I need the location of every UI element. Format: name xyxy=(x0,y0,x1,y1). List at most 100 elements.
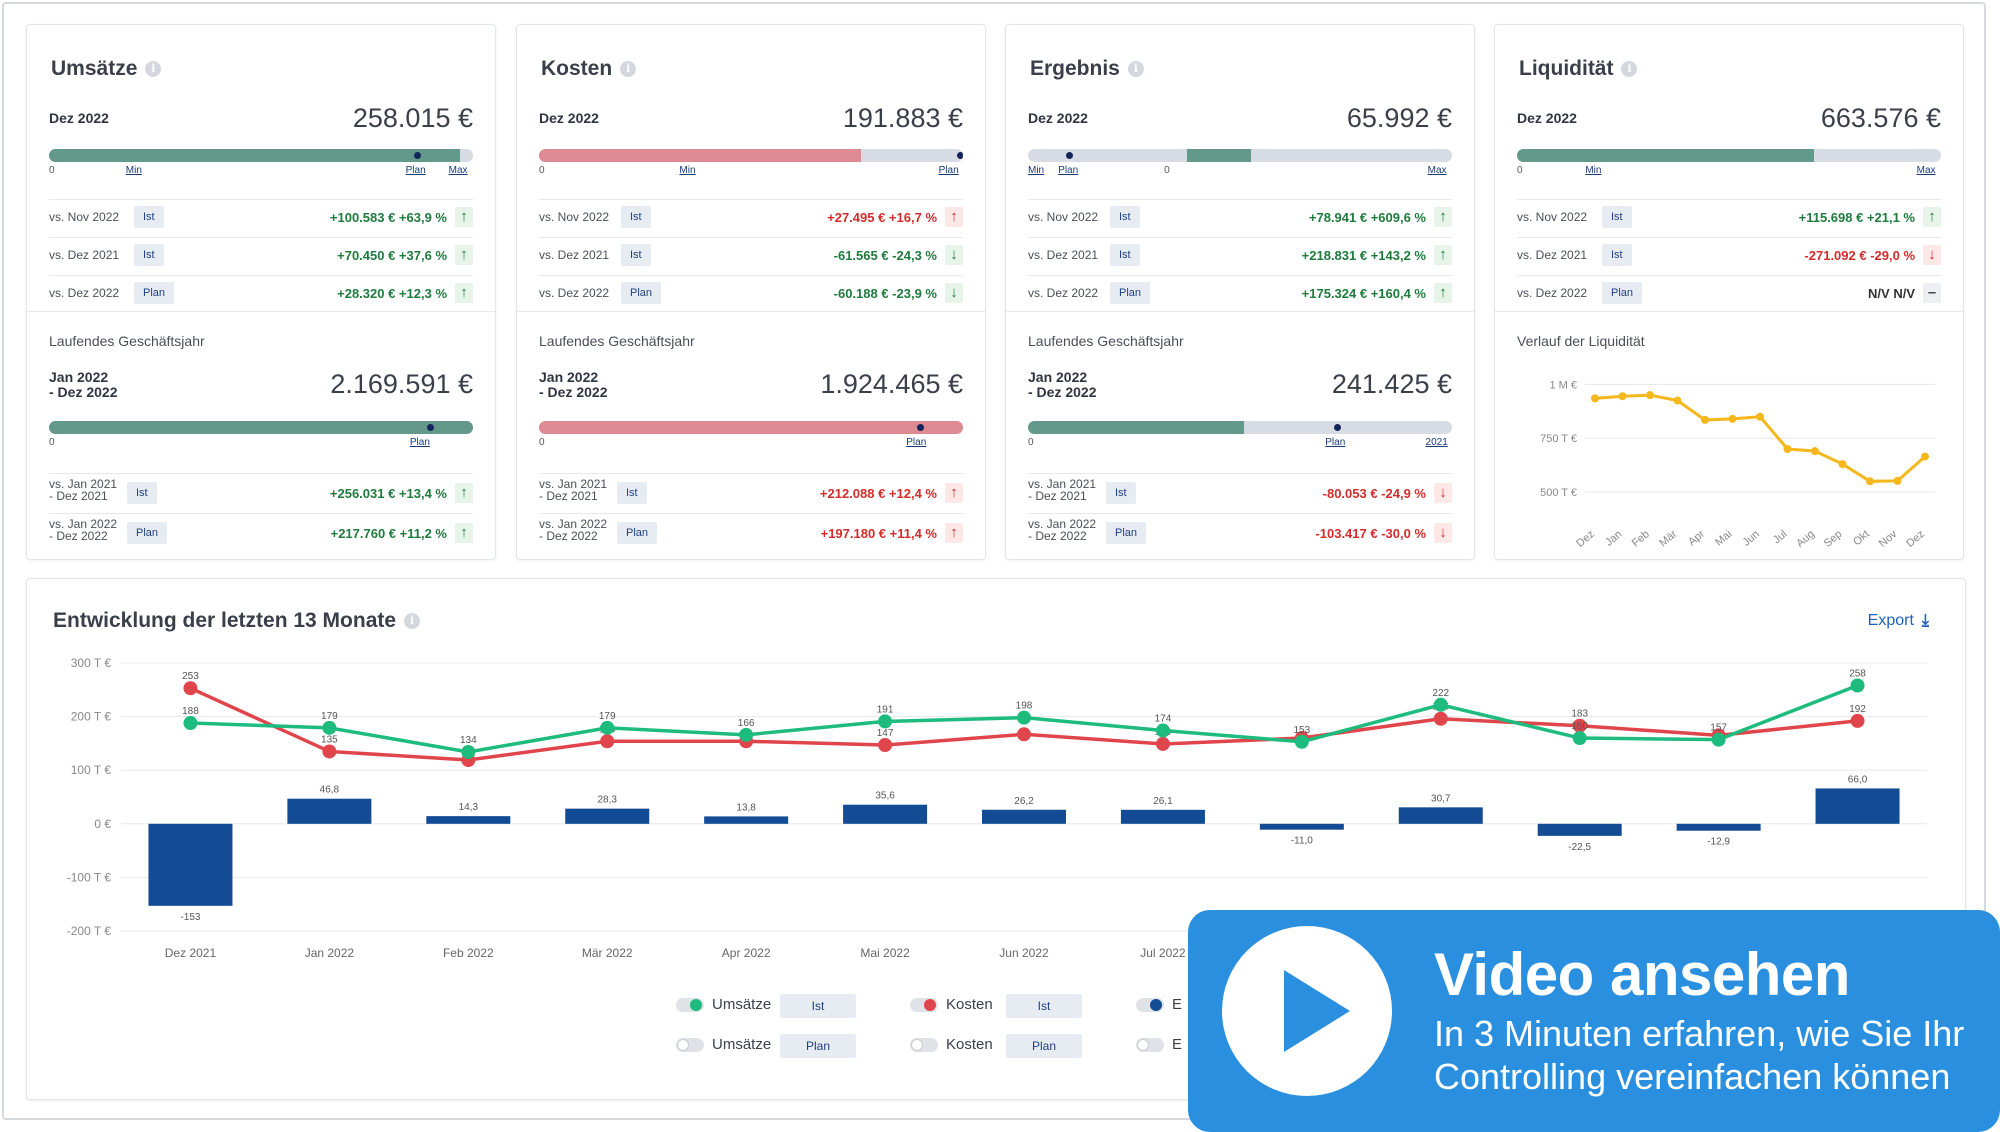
comparison-label-line2: - Dez 2021 xyxy=(49,489,108,503)
year-comparison-label: vs. Jan 2021- Dez 2021 xyxy=(539,478,607,502)
revenue-point[interactable] xyxy=(1572,731,1587,746)
result-bar xyxy=(426,816,511,824)
cost-point[interactable] xyxy=(183,681,198,696)
cost-point[interactable] xyxy=(322,744,337,759)
cost-point[interactable] xyxy=(1017,727,1031,742)
video-title: Video ansehen xyxy=(1434,941,1850,1008)
info-icon[interactable]: i xyxy=(1127,61,1144,78)
comparison-label: vs. Dez 2022 xyxy=(539,286,610,300)
result-bar xyxy=(1120,809,1205,824)
revenue-point[interactable] xyxy=(1850,678,1865,693)
result-bar xyxy=(982,809,1066,824)
toggle-switch[interactable] xyxy=(1136,1038,1164,1052)
arrow-up-icon: ↑ xyxy=(1434,207,1452,227)
comparison-value: +212.088 € +12,4 % xyxy=(819,486,937,501)
legend-toggle-kosten[interactable]: Kosten Plan xyxy=(910,1034,1110,1058)
info-icon[interactable]: i xyxy=(1621,61,1638,78)
comparison-tag: Ist xyxy=(1110,244,1140,266)
toggle-switch[interactable] xyxy=(910,1038,938,1052)
revenue-point[interactable] xyxy=(1711,732,1726,747)
arrow-up-icon: ↑ xyxy=(1434,245,1452,265)
legend-toggle-kosten[interactable]: Kosten Ist xyxy=(910,994,1110,1018)
legend-label: Kosten xyxy=(946,996,993,1013)
play-button[interactable] xyxy=(1222,926,1392,1096)
video-banner[interactable]: Video ansehen In 3 Minuten erfahren, wie… xyxy=(1188,910,2000,1132)
point-value-label: 192 xyxy=(1849,704,1866,715)
comparison-tag: Plan xyxy=(1602,282,1643,304)
cost-point[interactable] xyxy=(1850,713,1865,728)
legend-tag[interactable]: Ist xyxy=(780,994,856,1018)
comparison-value: +256.031 € +13,4 % xyxy=(329,486,447,501)
revenue-point[interactable] xyxy=(1433,697,1448,712)
liquidity-point[interactable] xyxy=(1591,394,1599,403)
revenue-point[interactable] xyxy=(183,716,198,731)
scale-label: Min xyxy=(1028,165,1045,176)
point-value-label: 166 xyxy=(738,718,755,729)
cost-point[interactable] xyxy=(1433,711,1448,726)
result-bar xyxy=(1815,788,1900,824)
liquidity-point[interactable] xyxy=(1811,447,1819,456)
month-value: 65.992 € xyxy=(1346,103,1452,133)
cost-point[interactable] xyxy=(1155,736,1170,751)
liquidity-point[interactable] xyxy=(1701,415,1709,424)
legend-tag[interactable]: Plan xyxy=(780,1034,856,1058)
revenue-point[interactable] xyxy=(461,744,476,759)
toggle-switch[interactable] xyxy=(676,1038,704,1052)
revenue-point[interactable] xyxy=(1294,734,1309,749)
bar-value-label: -12,9 xyxy=(1707,837,1730,848)
legend-tag[interactable]: Plan xyxy=(1006,1034,1082,1058)
legend-label: Kosten xyxy=(946,1036,993,1053)
toggle-switch[interactable] xyxy=(910,998,938,1012)
comparison-label: vs. Nov 2022 xyxy=(49,210,120,224)
point-value-label: 179 xyxy=(599,711,616,722)
result-bar xyxy=(1537,823,1622,836)
liquidity-point[interactable] xyxy=(1618,392,1627,401)
liquidity-point[interactable] xyxy=(1838,460,1847,469)
legend-toggle-umsätze[interactable]: Umsätze Ist xyxy=(676,994,876,1018)
toggle-switch[interactable] xyxy=(676,998,704,1012)
revenue-point[interactable] xyxy=(322,720,337,735)
liquidity-point[interactable] xyxy=(1783,445,1792,453)
scale-label: Min xyxy=(125,165,142,176)
comparison-value: -61.565 € -24,3 % xyxy=(833,248,937,263)
revenue-point[interactable] xyxy=(739,727,754,742)
legend-tag[interactable]: Ist xyxy=(1006,994,1082,1018)
revenue-point[interactable] xyxy=(1017,710,1031,725)
revenue-point[interactable] xyxy=(600,720,615,735)
comparison-row: vs. Nov 2022 Ist +115.698 € +21,1 % ↑ xyxy=(1517,199,1941,235)
liquidity-point[interactable] xyxy=(1866,477,1874,486)
plan-marker xyxy=(426,424,434,431)
comparison-label: vs. Nov 2022 xyxy=(1028,210,1099,224)
cost-point[interactable] xyxy=(878,738,893,753)
divider xyxy=(1495,311,1963,312)
scale-label: Plan xyxy=(409,437,430,448)
revenue-point[interactable] xyxy=(1155,723,1170,738)
month-period: Dez 2022 xyxy=(1517,110,1577,126)
progress-bar xyxy=(1517,149,1941,162)
comparison-row: vs. Dez 2022 Plan +28.320 € +12,3 % ↑ xyxy=(49,275,473,311)
liquidity-point[interactable] xyxy=(1673,396,1682,405)
comparison-row: vs. Dez 2022 Plan +175.324 € +160,4 % ↑ xyxy=(1028,275,1452,311)
liquidity-point[interactable] xyxy=(1646,391,1654,400)
liquidity-point[interactable] xyxy=(1728,414,1737,423)
liquidity-point[interactable] xyxy=(1893,476,1902,485)
liquidity-point[interactable] xyxy=(1921,452,1929,461)
revenue-point[interactable] xyxy=(878,714,893,729)
x-tick-label: Mai 2022 xyxy=(860,946,910,960)
year-period-start: Jan 2022 xyxy=(49,369,109,385)
info-icon[interactable]: i xyxy=(620,61,637,78)
liquidity-point[interactable] xyxy=(1756,412,1764,421)
legend-toggle-umsätze[interactable]: Umsätze Plan xyxy=(676,1034,876,1058)
comparison-value: +28.320 € +12,3 % xyxy=(337,286,447,301)
y-tick-label: 0 € xyxy=(94,817,111,831)
info-icon[interactable]: i xyxy=(145,61,162,78)
toggle-switch[interactable] xyxy=(1136,998,1164,1012)
cost-point[interactable] xyxy=(600,734,615,749)
month-scale: Min Plan 0 Max xyxy=(1028,165,1452,179)
year-comparison-row: vs. Jan 2022- Dez 2022 Plan +217.760 € +11… xyxy=(49,513,473,553)
y-tick-label: -200 T € xyxy=(67,924,112,938)
x-tick-label: Feb xyxy=(1630,528,1652,549)
result-bar xyxy=(1676,823,1761,831)
progress-fill xyxy=(1028,421,1245,434)
point-value-label: 258 xyxy=(1849,669,1866,680)
